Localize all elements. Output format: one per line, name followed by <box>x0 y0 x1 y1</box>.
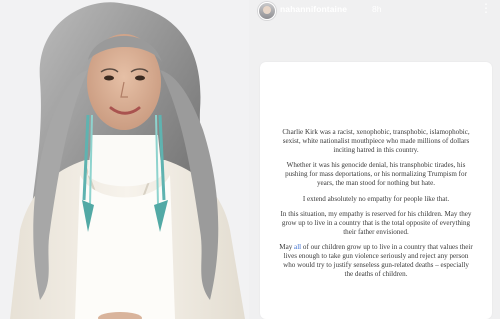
statement-text: Charlie Kirk was a racist, xenophobic, t… <box>278 128 474 285</box>
statement-paragraph-3: I extend absolutely no empathy for peopl… <box>302 194 450 203</box>
story-time: 8h <box>372 4 382 14</box>
statement-paragraph-2: Whether it was his genocide denial, his … <box>285 161 467 188</box>
username[interactable]: nahannifontaine <box>280 4 347 14</box>
statement-paragraph-4: In this situation, my empathy is reserve… <box>280 209 472 236</box>
paragraph-5-end: of our children grow up to live in a cou… <box>283 242 473 279</box>
more-vertical-icon[interactable]: ⋮ <box>480 1 492 15</box>
statement-paragraph-1: Charlie Kirk was a racist, xenophobic, t… <box>282 128 470 155</box>
statement-paragraph-5: May all of our children grow up to live … <box>278 243 474 279</box>
avatar[interactable] <box>258 2 276 20</box>
text-card: Charlie Kirk was a racist, xenophobic, t… <box>260 62 492 319</box>
paragraph-5-start: May <box>279 242 295 251</box>
portrait-photo <box>0 0 249 319</box>
story-panel: nahannifontaine 8h ⋮ Charlie Kirk was a … <box>249 0 500 319</box>
story-header: nahannifontaine 8h ⋮ <box>249 0 500 24</box>
portrait-illustration <box>0 0 249 319</box>
